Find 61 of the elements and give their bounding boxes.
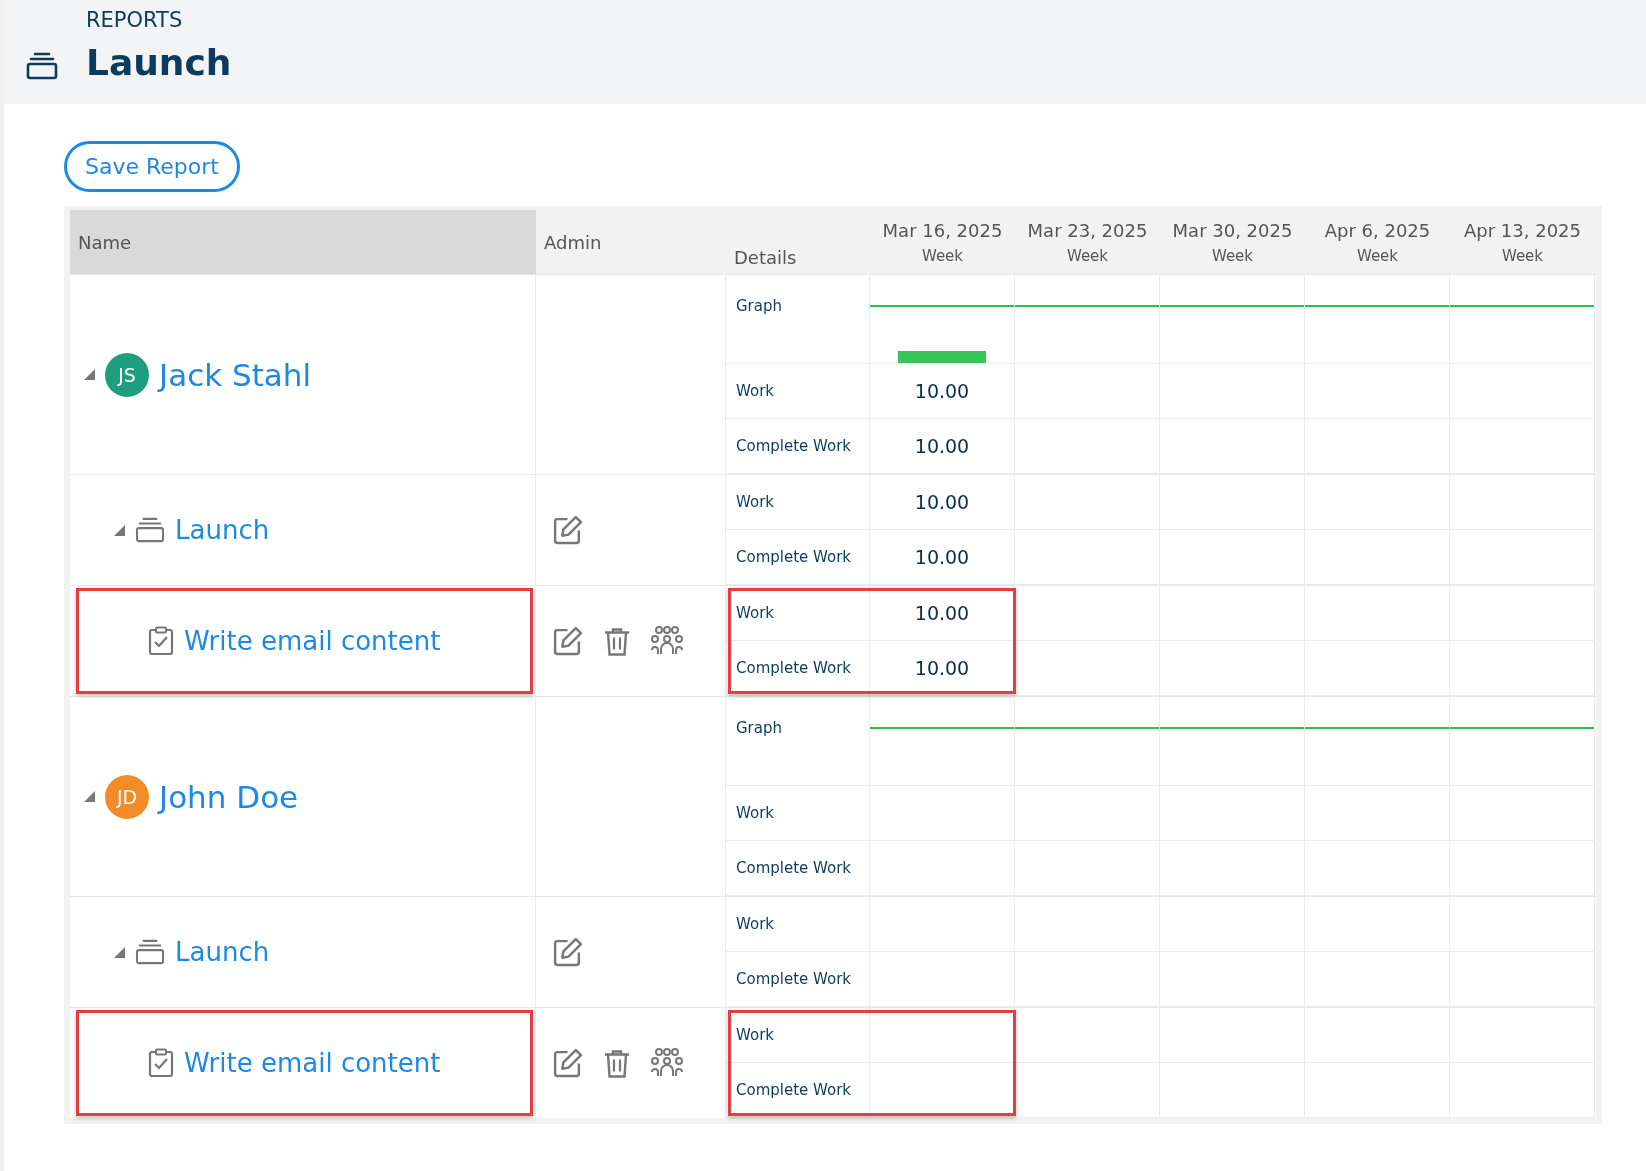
- project-name-link[interactable]: Launch: [175, 515, 270, 545]
- detail-label: Work: [736, 915, 774, 933]
- week-unit: Week: [1066, 246, 1109, 265]
- week-unit: Week: [1501, 246, 1544, 265]
- project-name-link[interactable]: Launch: [175, 937, 270, 967]
- detail-label: Work: [736, 493, 774, 511]
- page-title: Launch: [86, 42, 232, 83]
- detail-label: Complete Work: [736, 970, 852, 988]
- edit-icon[interactable]: [552, 936, 583, 968]
- detail-label: Graph: [736, 297, 782, 315]
- detail-label: Complete Work: [736, 859, 852, 877]
- column-header: Admin: [543, 230, 603, 255]
- column-header: Details: [733, 246, 798, 270]
- detail-label: Work: [736, 604, 774, 622]
- edit-icon[interactable]: [552, 514, 583, 546]
- table-cell: 10.00: [914, 380, 970, 402]
- caret-icon[interactable]: [84, 369, 95, 380]
- task-name-link[interactable]: Write email content: [184, 626, 441, 656]
- detail-label: Complete Work: [736, 1081, 852, 1099]
- week-unit: Week: [1211, 246, 1254, 265]
- task-name-link[interactable]: Write email content: [184, 1048, 441, 1078]
- avatar: JS: [105, 352, 149, 397]
- detail-label: Work: [736, 804, 774, 822]
- week-date: Mar 16, 2025: [882, 219, 1003, 241]
- table-cell: 10.00: [914, 435, 970, 457]
- layers-icon: [26, 52, 58, 80]
- section-label: REPORTS: [86, 8, 184, 32]
- people-group-icon[interactable]: [651, 626, 683, 656]
- trash-icon[interactable]: [603, 625, 631, 657]
- detail-label: Work: [736, 1026, 774, 1044]
- trash-icon[interactable]: [603, 1047, 631, 1079]
- week-unit: Week: [1356, 246, 1399, 265]
- caret-icon[interactable]: [114, 524, 125, 536]
- table-cell: 10.00: [914, 657, 970, 679]
- edit-icon[interactable]: [552, 1047, 583, 1079]
- detail-label: Complete Work: [736, 437, 852, 455]
- clipboard-check-icon: [148, 626, 174, 656]
- table-cell: 10.00: [914, 491, 970, 513]
- detail-label: Graph: [736, 719, 782, 737]
- people-group-icon[interactable]: [651, 1048, 683, 1078]
- detail-label: Complete Work: [736, 548, 852, 566]
- person-name-link[interactable]: John Doe: [159, 778, 299, 815]
- person-name-link[interactable]: Jack Stahl: [159, 356, 312, 393]
- week-date: Apr 13, 2025: [1464, 219, 1581, 241]
- caret-icon[interactable]: [114, 946, 125, 958]
- week-date: Mar 23, 2025: [1027, 219, 1148, 241]
- week-unit: Week: [921, 246, 964, 265]
- clipboard-check-icon: [148, 1048, 174, 1078]
- detail-label: Work: [736, 382, 774, 400]
- table-cell: 10.00: [914, 546, 970, 568]
- save-report-button[interactable]: Save Report: [64, 141, 240, 192]
- edit-icon[interactable]: [552, 625, 583, 657]
- table-cell: 10.00: [914, 602, 970, 624]
- week-date: Mar 30, 2025: [1172, 219, 1293, 241]
- avatar: JD: [105, 774, 149, 819]
- layers-icon: [135, 939, 165, 965]
- column-header[interactable]: Name: [70, 210, 536, 274]
- detail-label: Complete Work: [736, 659, 852, 677]
- caret-icon[interactable]: [84, 791, 95, 802]
- layers-icon: [135, 517, 165, 543]
- week-date: Apr 6, 2025: [1324, 219, 1431, 241]
